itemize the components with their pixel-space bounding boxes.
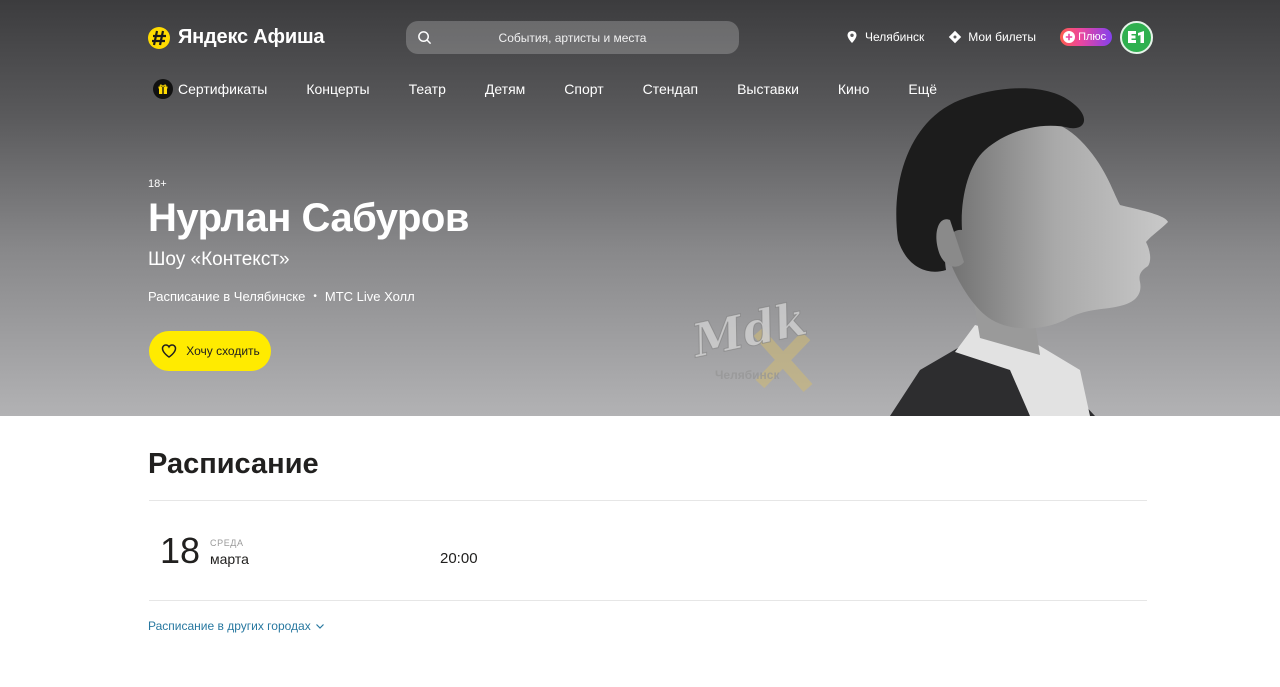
plus-badge[interactable]: Плюс	[1060, 28, 1113, 46]
nav-item-kids[interactable]: Детям	[485, 81, 525, 97]
header-actions: Челябинск Мои билеты Плюс	[845, 20, 1154, 54]
date-weekday: СРЕДА	[210, 538, 244, 548]
search-icon	[418, 31, 432, 45]
nav-item-concerts[interactable]: Концерты	[306, 81, 369, 97]
other-cities-label: Расписание в других городах	[148, 619, 311, 633]
category-nav: Сертификаты Концерты Театр Детям Спорт С…	[153, 78, 976, 100]
other-cities-link[interactable]: Расписание в других городах	[148, 619, 325, 633]
watermark-city: Челябинск	[715, 368, 780, 382]
plus-icon	[1063, 31, 1076, 43]
date-day: 18	[160, 530, 201, 571]
nav-item-exhibitions[interactable]: Выставки	[737, 81, 799, 97]
gift-icon	[153, 79, 173, 99]
event-subtitle: Шоу «Контекст»	[148, 249, 290, 270]
nav-item-theatre[interactable]: Театр	[409, 81, 446, 97]
my-tickets-link[interactable]: Мои билеты	[948, 30, 1036, 44]
my-tickets-label: Мои билеты	[968, 30, 1037, 44]
afisha-logo[interactable]: Яндекс Афиша	[148, 26, 325, 49]
schedule-city-link[interactable]: Расписание в Челябинске	[148, 289, 305, 304]
divider	[149, 500, 1147, 501]
nav-item-standup[interactable]: Стендап	[643, 81, 698, 97]
location-pin-icon	[847, 31, 857, 43]
meta-separator: •	[313, 291, 317, 302]
chevron-down-icon	[315, 624, 324, 629]
nav-item-sport[interactable]: Спорт	[564, 81, 603, 97]
search-input[interactable]: События, артисты и места	[406, 21, 739, 54]
nav-item-cinema[interactable]: Кино	[838, 81, 870, 97]
avatar[interactable]	[1120, 20, 1154, 54]
want-to-go-button[interactable]: Хочу сходить	[149, 331, 271, 371]
city-label: Челябинск	[865, 30, 925, 44]
plus-label: Плюс	[1078, 31, 1107, 43]
avatar-icon	[1127, 31, 1144, 43]
date-month: марта	[210, 551, 249, 567]
ticket-icon	[949, 30, 962, 44]
city-selector[interactable]: Челябинск	[845, 30, 924, 44]
session-time[interactable]: 20:00	[440, 550, 478, 567]
age-rating: 18+	[148, 178, 167, 190]
schedule-title: Расписание	[148, 448, 319, 480]
venue-link[interactable]: МТС Live Холл	[325, 289, 415, 304]
heart-icon	[161, 344, 177, 358]
event-hero: Яндекс Афиша События, артисты и места Че…	[0, 0, 1280, 416]
event-title: Нурлан Сабуров	[148, 196, 469, 240]
event-meta: Расписание в Челябинске • МТС Live Холл	[148, 289, 415, 304]
logo-text: Яндекс Афиша	[178, 26, 325, 48]
want-to-go-label: Хочу сходить	[186, 344, 260, 358]
nav-item-certificates[interactable]: Сертификаты	[153, 79, 267, 99]
divider	[149, 600, 1147, 601]
nav-item-more[interactable]: Ещё	[908, 81, 937, 97]
artist-photo	[890, 88, 1168, 416]
nav-label: Сертификаты	[178, 81, 268, 97]
search-placeholder: События, артисты и места	[498, 30, 647, 45]
afisha-logo-icon	[148, 26, 170, 49]
